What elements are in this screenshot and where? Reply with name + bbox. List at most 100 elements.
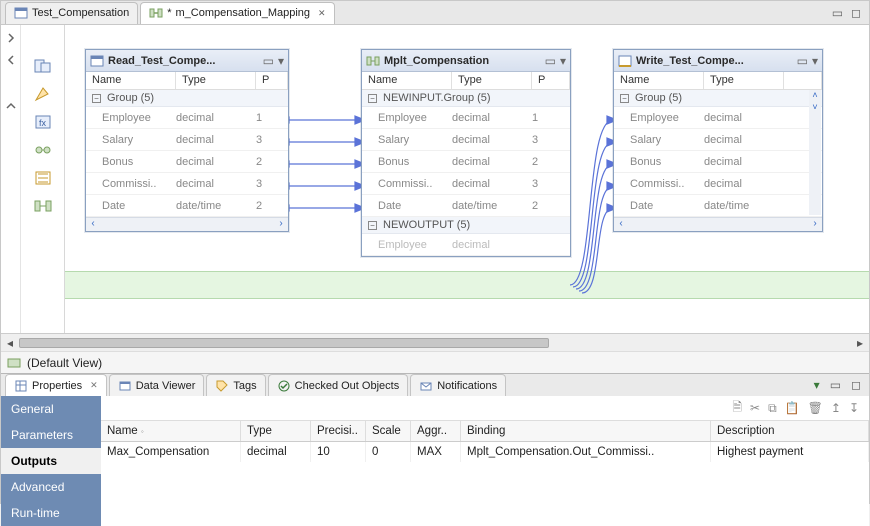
port-row[interactable]: Bonusdecimal2 (362, 151, 570, 173)
menu-icon[interactable]: ▾ (560, 54, 566, 68)
cell-aggr[interactable]: MAX (411, 442, 461, 462)
port-row[interactable]: Datedate/time2 (86, 195, 288, 217)
port-row[interactable]: Salarydecimal3 (362, 129, 570, 151)
vscroll[interactable]: ˄˅ (809, 90, 821, 215)
movedown-icon[interactable]: ↧ (849, 401, 859, 415)
delete-icon[interactable]: 🗑 (808, 401, 823, 415)
cut-icon[interactable]: ✂ (750, 401, 760, 415)
group-header[interactable]: −Group (5) (614, 90, 822, 107)
port-row[interactable]: Bonusdecimal (614, 151, 822, 173)
mapping-canvas[interactable]: Read_Test_Compe... ▭▾ NameTypeP −Group (… (65, 25, 869, 333)
expand-icon[interactable]: ▭ (263, 54, 274, 68)
tab-tags[interactable]: Tags (206, 374, 265, 396)
source-tool-icon[interactable] (32, 57, 54, 75)
scroll-left-icon[interactable]: ‹ (86, 218, 100, 231)
group-output[interactable]: −NEWOUTPUT (5) (362, 217, 570, 234)
moveup-icon[interactable]: ↥ (831, 401, 841, 415)
sidebar-item-parameters[interactable]: Parameters (1, 422, 101, 448)
col-type[interactable]: Type (452, 72, 532, 89)
port-row[interactable]: Employeedecimal (614, 107, 822, 129)
port-row[interactable]: Commissi..decimal3 (362, 173, 570, 195)
col-name[interactable]: Name (362, 72, 452, 89)
transform-write[interactable]: Write_Test_Compe... ▭▾ NameType −Group (… (613, 49, 823, 232)
scroll-right-icon[interactable]: › (808, 218, 822, 231)
port-row[interactable]: Employeedecimal1 (86, 107, 288, 129)
col-header-scale[interactable]: Scale (366, 421, 411, 441)
new-icon[interactable]: 🗎 (732, 398, 742, 419)
col-header-name[interactable]: Name ◦ (101, 421, 241, 441)
arrow-up-icon[interactable] (0, 97, 22, 115)
port-row[interactable]: Datedate/time (614, 195, 822, 217)
mapping-icon (149, 6, 163, 20)
cell-type[interactable]: decimal (241, 442, 311, 462)
cell-desc[interactable]: Highest payment (711, 442, 869, 462)
cell-bind[interactable]: Mplt_Compensation.Out_Commissi.. (461, 442, 711, 462)
port-row[interactable]: Commissi..decimal3 (86, 173, 288, 195)
maximize-icon[interactable]: ◻ (851, 378, 861, 392)
target-tool-icon[interactable] (32, 85, 54, 103)
close-icon[interactable]: ✕ (90, 380, 98, 391)
expand-icon[interactable]: ▭ (545, 54, 556, 68)
scroll-left-icon[interactable]: ‹ (614, 218, 628, 231)
col-p[interactable]: P (256, 72, 288, 89)
view-switcher[interactable]: (Default View) (1, 351, 869, 373)
mapplet-tool-icon[interactable] (32, 197, 54, 215)
col-header-desc[interactable]: Description (711, 421, 869, 441)
col-type[interactable]: Type (704, 72, 784, 89)
scroll-thumb[interactable] (19, 338, 549, 348)
cell-prec[interactable]: 10 (311, 442, 366, 462)
link-tool-icon[interactable] (32, 141, 54, 159)
port-row[interactable]: Commissi..decimal (614, 173, 822, 195)
minimize-icon[interactable]: ▭ (832, 6, 843, 20)
scroll-right-icon[interactable]: › (274, 218, 288, 231)
dataviewer-icon (118, 379, 132, 393)
scroll-left-icon[interactable]: ◂ (1, 336, 19, 350)
menu-icon[interactable]: ▾ (278, 54, 284, 68)
tab-checkedout[interactable]: Checked Out Objects (268, 374, 409, 396)
col-type[interactable]: Type (176, 72, 256, 89)
tab-mapping[interactable]: *m_Compensation_Mapping ✕ (140, 2, 334, 24)
agg-tool-icon[interactable] (32, 169, 54, 187)
scroll-right-icon[interactable]: ▸ (851, 336, 869, 350)
col-name[interactable]: Name (614, 72, 704, 89)
menu-icon[interactable]: ▾ (812, 54, 818, 68)
close-icon[interactable]: ✕ (318, 8, 326, 19)
cell-scale[interactable]: 0 (366, 442, 411, 462)
tab-test-compensation[interactable]: Test_Compensation (5, 2, 138, 24)
group-input[interactable]: −NEWINPUT.Group (5) (362, 90, 570, 107)
paste-icon[interactable]: 📋 (785, 401, 800, 415)
port-row[interactable]: Employeedecimal1 (362, 107, 570, 129)
expand-icon[interactable]: ▭ (797, 54, 808, 68)
transform-mplt[interactable]: Mplt_Compensation ▭▾ NameTypeP −NEWINPUT… (361, 49, 571, 257)
view-menu-icon[interactable]: ▾ (814, 378, 820, 392)
minimize-icon[interactable]: ▭ (830, 378, 841, 392)
transform-read[interactable]: Read_Test_Compe... ▭▾ NameTypeP −Group (… (85, 49, 289, 232)
port-row[interactable]: Salarydecimal3 (86, 129, 288, 151)
sidebar-item-general[interactable]: General (1, 396, 101, 422)
col-p[interactable]: P (532, 72, 570, 89)
port-row[interactable]: Salarydecimal (614, 129, 822, 151)
col-header-prec[interactable]: Precisi.. (311, 421, 366, 441)
col-header-aggr[interactable]: Aggr.. (411, 421, 461, 441)
col-name[interactable]: Name (86, 72, 176, 89)
palette-left-icon[interactable] (0, 51, 22, 69)
port-row[interactable]: Employeedecimal (362, 234, 570, 256)
tab-dataviewer[interactable]: Data Viewer (109, 374, 205, 396)
port-row[interactable]: Bonusdecimal2 (86, 151, 288, 173)
copy-icon[interactable]: ⧉ (768, 401, 777, 416)
sidebar-item-advanced[interactable]: Advanced (1, 474, 101, 500)
maximize-icon[interactable]: ◻ (851, 6, 861, 20)
sidebar-item-outputs[interactable]: Outputs (1, 448, 101, 474)
palette-collapse-icon[interactable] (0, 29, 22, 47)
expr-tool-icon[interactable]: fx (32, 113, 54, 131)
col-p[interactable] (784, 72, 822, 89)
col-header-bind[interactable]: Binding (461, 421, 711, 441)
col-header-type[interactable]: Type (241, 421, 311, 441)
cell-name[interactable]: Max_Compensation (101, 442, 241, 462)
group-header[interactable]: −Group (5) (86, 90, 288, 107)
tab-properties[interactable]: Properties✕ (5, 374, 107, 396)
canvas-hscroll[interactable]: ◂ ▸ (1, 333, 869, 351)
port-row[interactable]: Datedate/time2 (362, 195, 570, 217)
tab-notifications[interactable]: Notifications (410, 374, 506, 396)
grid-row[interactable]: Max_Compensation decimal 10 0 MAX Mplt_C… (101, 442, 869, 462)
